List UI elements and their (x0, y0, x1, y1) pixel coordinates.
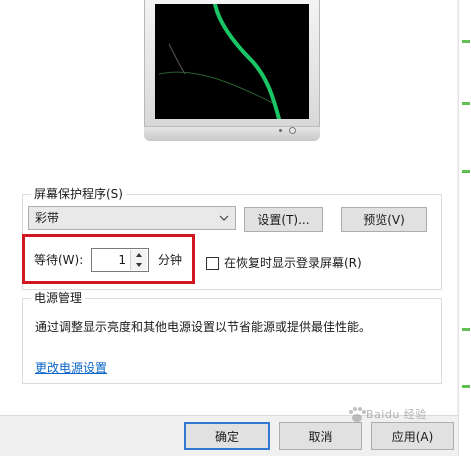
background-mark (462, 328, 470, 331)
dialog-content: 屏幕保护程序(S) 彩带 设置(T)... 预览(V) 等待(W): 1 分钟 … (0, 0, 457, 415)
background-mark (462, 170, 470, 173)
watermark-text: Baidu 经验 (366, 408, 427, 421)
preview-button[interactable]: 预览(V) (341, 207, 427, 232)
power-group-label: 电源管理 (31, 291, 86, 305)
paw-icon (349, 407, 366, 422)
chevron-down-icon (217, 210, 231, 226)
background-mark (462, 40, 470, 43)
screensaver-preview-monitor (144, 0, 320, 141)
background-window-edge (458, 0, 471, 456)
preview-screen (155, 2, 309, 121)
screensaver-dropdown[interactable]: 彩带 (28, 206, 236, 230)
monitor-button (279, 129, 282, 132)
power-led-icon (289, 127, 296, 134)
settings-button[interactable]: 设置(T)... (244, 207, 323, 232)
change-power-settings-link[interactable]: 更改电源设置 (35, 361, 107, 375)
resume-login-checkbox[interactable] (206, 257, 219, 270)
baidu-watermark: Baidu 经验 (344, 396, 460, 434)
ok-button[interactable]: 确定 (184, 422, 270, 450)
red-highlight-annotation (22, 234, 195, 284)
background-mark (462, 385, 470, 388)
screensaver-group-label: 屏幕保护程序(S) (31, 187, 126, 201)
ribbon-animation (158, 2, 281, 121)
power-description: 通过调整显示亮度和其他电源设置以节省能源或提供最佳性能。 (35, 320, 372, 334)
screensaver-settings-dialog: 屏幕保护程序(S) 彩带 设置(T)... 预览(V) 等待(W): 1 分钟 … (0, 0, 471, 456)
screensaver-selected-value: 彩带 (35, 211, 60, 225)
background-mark (462, 102, 470, 105)
resume-login-label[interactable]: 在恢复时显示登录屏幕(R) (224, 256, 362, 270)
